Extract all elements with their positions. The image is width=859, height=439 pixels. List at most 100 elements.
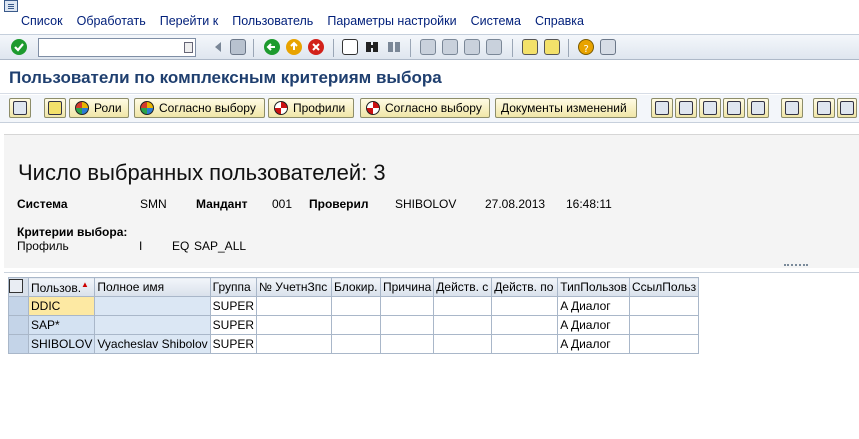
cell-reason[interactable] xyxy=(379,315,435,335)
calculator-button[interactable] xyxy=(837,98,857,118)
menu-help[interactable]: Справка xyxy=(528,14,591,28)
roles-by-selection-button[interactable]: Согласно выбору xyxy=(134,98,265,118)
binoculars-icon[interactable] xyxy=(364,39,380,55)
change-documents-label: Документы изменений xyxy=(501,101,627,115)
cell-group[interactable]: SUPER xyxy=(209,315,258,335)
cell-user[interactable]: SHIBOLOV xyxy=(27,334,96,354)
table-row[interactable]: SAP* SUPER A Диалог xyxy=(8,315,700,335)
profiles-button[interactable]: Профили xyxy=(268,98,354,118)
total-button[interactable] xyxy=(699,98,721,118)
cell-locked[interactable] xyxy=(331,315,381,335)
details-button[interactable] xyxy=(9,98,31,118)
profiles-by-selection-button[interactable]: Согласно выбору xyxy=(360,98,490,118)
cell-group[interactable]: SUPER xyxy=(209,296,258,316)
col-user[interactable]: Пользов.▲ xyxy=(27,277,96,297)
exit-icon[interactable] xyxy=(286,39,302,55)
layout-button[interactable] xyxy=(781,98,803,118)
green-check-icon[interactable] xyxy=(11,39,27,55)
cell-reason[interactable] xyxy=(379,296,435,316)
command-input[interactable] xyxy=(39,39,179,56)
check-time: 16:48:11 xyxy=(566,197,612,211)
table-row[interactable]: SHIBOLOV Vyacheslav Shibolov SUPER A Диа… xyxy=(8,334,700,354)
col-full-name[interactable]: Полное имя xyxy=(94,277,211,297)
system-label: Система xyxy=(17,197,68,211)
cancel-icon[interactable] xyxy=(308,39,324,55)
col-user-type[interactable]: ТипПользов xyxy=(557,277,630,297)
command-field[interactable] xyxy=(38,38,196,57)
cell-account-number[interactable] xyxy=(256,296,332,316)
cell-valid-to[interactable] xyxy=(491,315,559,335)
previous-page-icon[interactable] xyxy=(442,39,458,55)
cell-full-name[interactable]: Vyacheslav Shibolov xyxy=(94,334,211,354)
col-locked[interactable]: Блокир. xyxy=(331,277,381,297)
command-history-icon[interactable] xyxy=(184,42,193,53)
table-row[interactable]: DDIC SUPER A Диалог xyxy=(8,296,700,316)
change-documents-button[interactable]: Документы изменений xyxy=(495,98,637,118)
cell-reason[interactable] xyxy=(379,334,435,354)
cell-user[interactable]: DDIC xyxy=(27,296,96,316)
col-valid-from[interactable]: Действ. с xyxy=(433,277,493,297)
splitter-handle[interactable] xyxy=(784,264,808,268)
profiles-icon xyxy=(274,101,288,115)
cell-valid-from[interactable] xyxy=(433,296,493,316)
cell-full-name[interactable] xyxy=(94,296,211,316)
next-page-icon[interactable] xyxy=(464,39,480,55)
menu-user[interactable]: Пользователь xyxy=(225,14,320,28)
cell-valid-from[interactable] xyxy=(433,315,493,335)
customize-layout-icon[interactable] xyxy=(600,39,616,55)
cell-reference-user[interactable] xyxy=(628,296,700,316)
cell-account-number[interactable] xyxy=(256,334,332,354)
export-button[interactable] xyxy=(813,98,835,118)
col-account-number[interactable]: № УчетнЗпс xyxy=(256,277,332,297)
row-selector[interactable] xyxy=(8,296,29,316)
shortcut-icon[interactable] xyxy=(544,39,560,55)
cell-account-number[interactable] xyxy=(256,315,332,335)
find-next-icon[interactable] xyxy=(386,39,402,55)
select-user-button[interactable] xyxy=(44,98,66,118)
print-icon[interactable] xyxy=(342,39,358,55)
menu-settings[interactable]: Параметры настройки xyxy=(320,14,463,28)
col-reason[interactable]: Причина xyxy=(379,277,435,297)
sort-ascending-button[interactable] xyxy=(651,98,673,118)
cell-user-type[interactable]: A Диалог xyxy=(557,315,630,335)
menu-system[interactable]: Система xyxy=(464,14,528,28)
col-valid-to[interactable]: Действ. по xyxy=(491,277,559,297)
cell-reference-user[interactable] xyxy=(628,315,700,335)
cell-valid-to[interactable] xyxy=(491,334,559,354)
filter-button[interactable] xyxy=(747,98,769,118)
menu-edit[interactable]: Обработать xyxy=(70,14,153,28)
cell-user[interactable]: SAP* xyxy=(27,315,96,335)
menu-bar: Список Обработать Перейти к Пользователь… xyxy=(0,0,859,34)
select-all-cell[interactable] xyxy=(8,277,29,297)
separator xyxy=(410,39,411,57)
col-user-label: Пользов. xyxy=(31,280,82,295)
subtotal-button[interactable] xyxy=(723,98,745,118)
cell-reference-user[interactable] xyxy=(628,334,700,354)
row-selector[interactable] xyxy=(8,315,29,335)
system-menu-icon[interactable] xyxy=(4,0,18,12)
menu-goto[interactable]: Перейти к xyxy=(153,14,225,28)
first-page-icon[interactable] xyxy=(420,39,436,55)
cell-valid-from[interactable] xyxy=(433,334,493,354)
cell-valid-to[interactable] xyxy=(491,296,559,316)
cell-user-type[interactable]: A Диалог xyxy=(557,334,630,354)
col-reference-user[interactable]: СсылПольз xyxy=(628,277,700,297)
cell-locked[interactable] xyxy=(331,296,381,316)
cell-locked[interactable] xyxy=(331,334,381,354)
back-arrow-icon[interactable] xyxy=(264,39,280,55)
sort-descending-button[interactable] xyxy=(675,98,697,118)
collapse-left-icon[interactable] xyxy=(210,39,226,55)
new-session-icon[interactable] xyxy=(522,39,538,55)
roles-button[interactable]: Роли xyxy=(69,98,129,118)
col-group[interactable]: Группа xyxy=(209,277,258,297)
cell-user-type[interactable]: A Диалог xyxy=(557,296,630,316)
user-list-icon xyxy=(48,101,62,115)
row-selector[interactable] xyxy=(8,334,29,354)
cell-group[interactable]: SUPER xyxy=(209,334,258,354)
menu-list[interactable]: Список xyxy=(14,14,70,28)
subtotal-icon xyxy=(727,101,741,115)
last-page-icon[interactable] xyxy=(486,39,502,55)
cell-full-name[interactable] xyxy=(94,315,211,335)
save-icon[interactable] xyxy=(230,39,246,55)
help-icon[interactable]: ? xyxy=(578,39,594,55)
